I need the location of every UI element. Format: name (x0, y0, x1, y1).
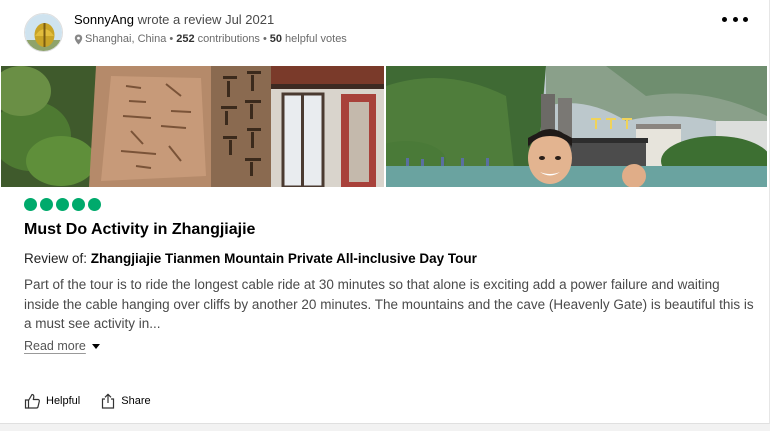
share-label: Share (121, 395, 151, 407)
tianmen-mountain-selfie-photo[interactable] (386, 66, 767, 187)
reviewer-location: Shanghai, China (85, 33, 167, 45)
meta-separator: • (169, 33, 174, 45)
rating-bubble (88, 198, 101, 211)
helpful-button[interactable]: Helpful (24, 393, 80, 409)
review-photos (1, 66, 767, 187)
review-card: SonnyAng wrote a review Jul 2021 Shangha… (0, 0, 770, 424)
location-pin-icon (74, 34, 83, 45)
reviewer-meta: Shanghai, China • 252 contributions • 50… (74, 33, 347, 45)
review-of-label: Review of: (24, 251, 88, 266)
reviewer-name[interactable]: SonnyAng (74, 12, 134, 27)
meta-separator: • (262, 33, 267, 45)
review-action-text: wrote a review (137, 12, 222, 27)
share-button[interactable]: Share (100, 393, 151, 409)
bubble-rating (24, 198, 101, 211)
rating-bubble (72, 198, 85, 211)
review-date: Jul 2021 (225, 12, 275, 27)
share-icon (102, 393, 115, 409)
stone-carving-temple-photo[interactable] (1, 66, 384, 187)
helpful-label: Helpful (46, 395, 81, 407)
more-options-icon[interactable] (722, 12, 748, 26)
helpful-votes-label: helpful votes (285, 33, 347, 45)
review-title[interactable]: Must Do Activity in Zhangjiajie (24, 221, 255, 239)
contributions-count: 252 (176, 33, 195, 45)
thumbs-up-icon (24, 393, 40, 409)
rating-bubble (56, 198, 69, 211)
read-more-button[interactable]: Read more (24, 339, 100, 353)
contributions-label: contributions (197, 33, 260, 45)
review-body-text: Part of the tour is to ride the longest … (24, 277, 754, 331)
reviewer-avatar[interactable] (24, 13, 63, 52)
read-more-label: Read more (24, 339, 86, 353)
review-of-line: Review of: Zhangjiajie Tianmen Mountain … (24, 251, 477, 266)
rating-bubble (40, 198, 53, 211)
reviewer-header: SonnyAng wrote a review Jul 2021 (74, 12, 274, 27)
review-of-link[interactable]: Zhangjiajie Tianmen Mountain Private All… (91, 251, 477, 266)
rating-bubble (24, 198, 37, 211)
review-actions: Helpful Share (24, 393, 151, 409)
chevron-down-icon (91, 343, 100, 349)
helpful-votes-count: 50 (269, 33, 283, 45)
